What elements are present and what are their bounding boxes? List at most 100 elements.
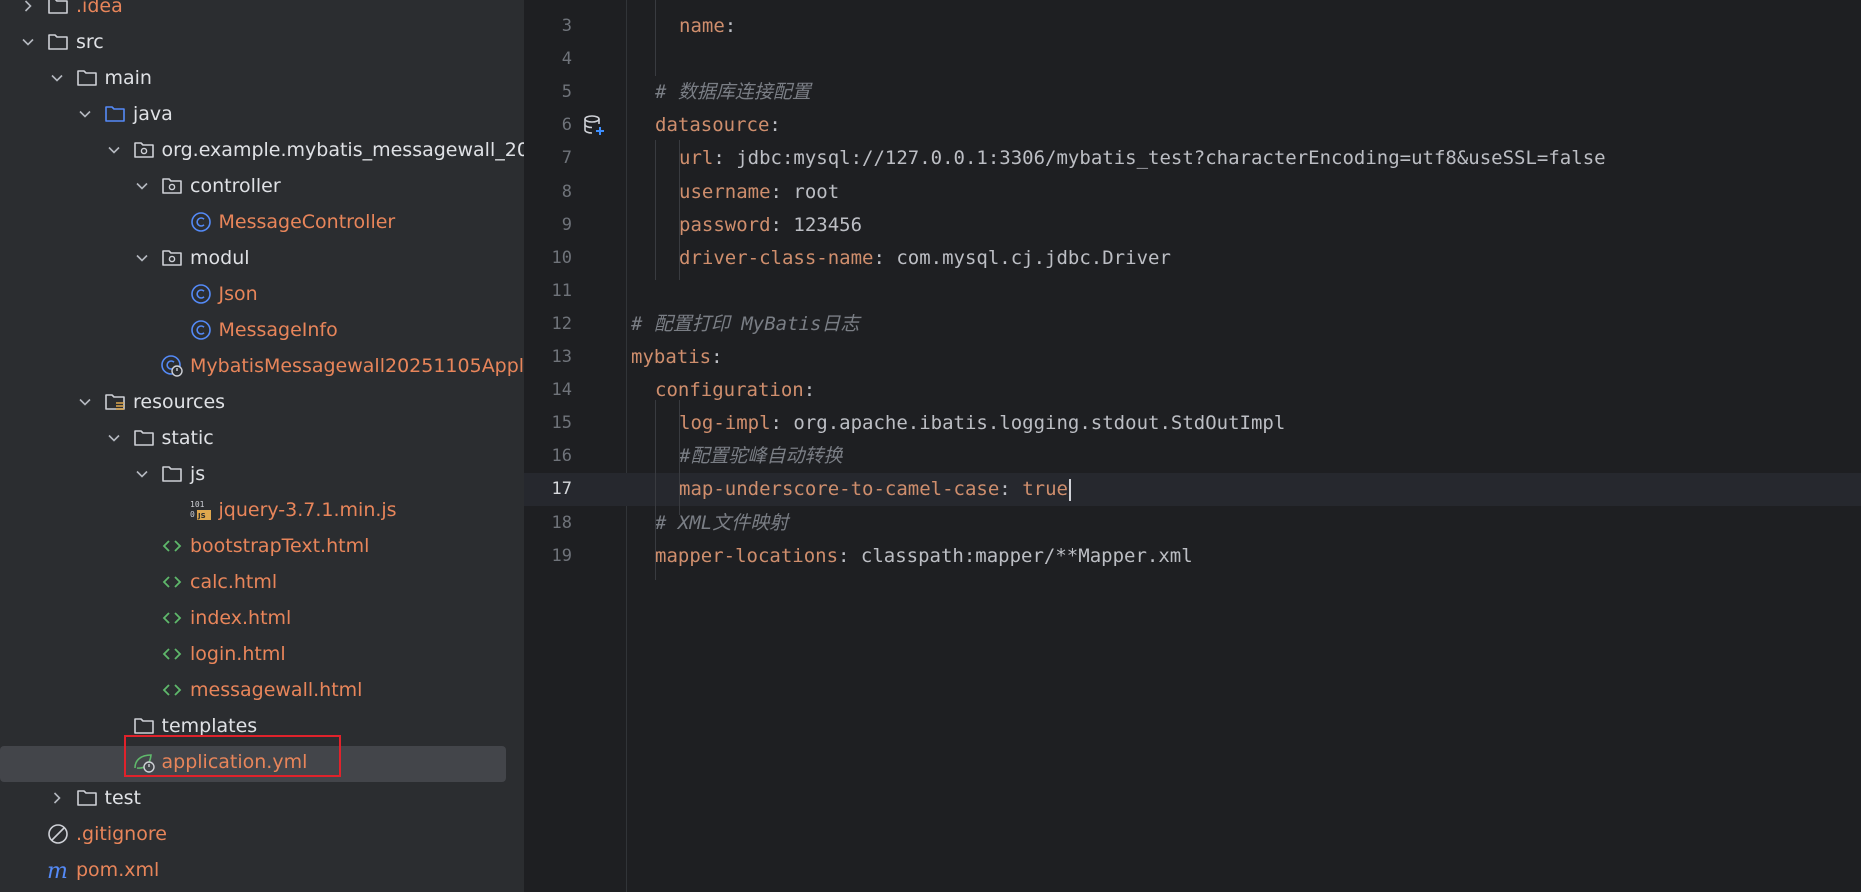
tree-item[interactable]: java bbox=[0, 97, 524, 131]
code-line[interactable]: 12 # 配置打印 MyBatis日志 bbox=[524, 308, 1861, 341]
indent-guide bbox=[679, 140, 680, 280]
tree-item[interactable]: calc.html bbox=[0, 565, 524, 599]
tree-item[interactable]: main bbox=[0, 61, 524, 95]
source-folder-icon bbox=[103, 102, 127, 126]
yaml-key: mapper-locations bbox=[655, 544, 839, 567]
code-editor[interactable]: 3 name: 4 5 # 数据库连接配置 6 datasource: 7 url: jdbc:… bbox=[524, 0, 1861, 892]
code-line[interactable]: 6 datasource: bbox=[524, 109, 1861, 142]
code-line[interactable]: 18 # XML文件映射 bbox=[524, 507, 1861, 540]
folder-icon bbox=[75, 66, 99, 90]
tree-item-label: controller bbox=[190, 175, 281, 197]
tree-item-label: static bbox=[161, 427, 214, 449]
folder-icon bbox=[46, 0, 70, 18]
tree-item[interactable]: index.html bbox=[0, 601, 524, 635]
line-number: 19 bbox=[551, 545, 572, 566]
yaml-value: : bbox=[999, 478, 1023, 501]
tree-item[interactable]: MybatisMessagewall20251105Applica bbox=[0, 349, 524, 383]
tree-item-label: src bbox=[76, 31, 104, 53]
tree-item[interactable]: login.html bbox=[0, 637, 524, 671]
svg-text:m: m bbox=[47, 859, 68, 881]
tree-item[interactable]: MessageInfo bbox=[0, 313, 524, 347]
tree-item[interactable]: .idea bbox=[0, 0, 524, 23]
html-icon bbox=[160, 606, 184, 630]
code-line[interactable]: 19 mapper-locations: classpath:mapper/**M… bbox=[524, 540, 1861, 573]
line-number: 7 bbox=[561, 148, 572, 169]
code-text: #配置驼峰自动转换 bbox=[679, 440, 842, 473]
tree-item[interactable]: test bbox=[0, 781, 524, 815]
chevron-down-icon[interactable] bbox=[20, 34, 36, 50]
indent-guide bbox=[655, 400, 656, 580]
code-text: password: 123456 bbox=[679, 209, 862, 242]
tree-item-label: bootstrapText.html bbox=[190, 535, 370, 557]
tree-item[interactable]: bootstrapText.html bbox=[0, 529, 524, 563]
code-text: log-impl: org.apache.ibatis.logging.stdo… bbox=[679, 407, 1285, 440]
yaml-key: url bbox=[679, 147, 714, 170]
tree-item-label: js bbox=[190, 463, 206, 485]
chevron-down-icon[interactable] bbox=[134, 250, 150, 266]
line-number: 6 bbox=[561, 115, 572, 136]
code-line[interactable]: 15 log-impl: org.apache.ibatis.logging.st… bbox=[524, 407, 1861, 440]
code-text: url: jdbc:mysql://127.0.0.1:3306/mybatis… bbox=[679, 142, 1606, 175]
tree-item[interactable]: m pom.xml bbox=[0, 853, 524, 887]
code-line[interactable]: 16 #配置驼峰自动转换 bbox=[524, 440, 1861, 473]
yaml-comment: #配置驼峰自动转换 bbox=[679, 445, 843, 468]
tree-item[interactable]: controller bbox=[0, 169, 524, 203]
chevron-down-icon[interactable] bbox=[49, 70, 65, 86]
indent-guide bbox=[655, 0, 656, 76]
chevron-down-icon[interactable] bbox=[106, 142, 122, 158]
code-line[interactable]: 8 username: root bbox=[524, 176, 1861, 209]
tree-item[interactable]: js bbox=[0, 457, 524, 491]
chevron-right-icon[interactable] bbox=[49, 790, 65, 806]
package-icon bbox=[132, 138, 156, 162]
code-line[interactable]: 5 # 数据库连接配置 bbox=[524, 76, 1861, 109]
tree-item[interactable]: 101 0 JS jquery-3.7.1.min.js bbox=[0, 493, 524, 527]
code-line[interactable]: 11 bbox=[524, 275, 1861, 308]
chevron-down-icon[interactable] bbox=[106, 430, 122, 446]
code-line[interactable]: 10 driver-class-name: com.mysql.cj.jdbc.D… bbox=[524, 242, 1861, 275]
code-line[interactable]: 3 name: bbox=[524, 10, 1861, 43]
chevron-down-icon[interactable] bbox=[134, 178, 150, 194]
tree-item-label: resources bbox=[133, 391, 226, 413]
tree-item[interactable]: org.example.mybatis_messagewall_20251 bbox=[0, 133, 524, 167]
indent-guide bbox=[679, 400, 680, 515]
code-line[interactable]: 9 password: 123456 bbox=[524, 209, 1861, 242]
chevron-down-icon[interactable] bbox=[77, 394, 93, 410]
code-text: # 数据库连接配置 bbox=[655, 76, 811, 109]
indent-guide bbox=[655, 140, 656, 280]
yaml-value: : bbox=[711, 346, 723, 368]
chevron-down-icon[interactable] bbox=[77, 106, 93, 122]
code-line[interactable]: 13 mybatis: bbox=[524, 341, 1861, 374]
code-line[interactable]: 17 map-underscore-to-camel-case: true bbox=[524, 473, 1861, 507]
gitignore-icon bbox=[46, 822, 70, 846]
code-text: mapper-locations: classpath:mapper/**Map… bbox=[655, 540, 1193, 573]
tree-item-label: java bbox=[133, 103, 173, 125]
tree-item[interactable]: Json bbox=[0, 277, 524, 311]
code-line[interactable]: 4 bbox=[524, 43, 1861, 76]
tree-item[interactable]: MessageController bbox=[0, 205, 524, 239]
tree-item-label: org.example.mybatis_messagewall_20251 bbox=[161, 139, 525, 161]
tree-item[interactable]: src bbox=[0, 25, 524, 59]
line-number: 18 bbox=[551, 512, 572, 533]
tree-item-label: calc.html bbox=[190, 571, 278, 593]
yaml-key: username bbox=[679, 180, 771, 203]
line-number: 9 bbox=[561, 214, 572, 235]
yaml-key: map-underscore-to-camel-case bbox=[679, 478, 1000, 501]
code-line[interactable]: 7 url: jdbc:mysql://127.0.0.1:3306/mybati… bbox=[524, 142, 1861, 175]
folder-icon bbox=[75, 786, 99, 810]
tree-item[interactable]: static bbox=[0, 421, 524, 455]
spring-boot-class-icon bbox=[160, 354, 184, 378]
tree-item[interactable]: modul bbox=[0, 241, 524, 275]
tree-item-label: MybatisMessagewall20251105Applica bbox=[190, 355, 524, 377]
chevron-right-icon[interactable] bbox=[20, 0, 36, 14]
package-icon bbox=[160, 246, 184, 270]
tree-item[interactable]: messagewall.html bbox=[0, 673, 524, 707]
line-number: 14 bbox=[551, 380, 572, 401]
code-text: # XML文件映射 bbox=[655, 507, 788, 540]
chevron-down-icon[interactable] bbox=[134, 466, 150, 482]
tree-item[interactable]: resources bbox=[0, 385, 524, 419]
code-line[interactable]: 14 configuration: bbox=[524, 374, 1861, 407]
yaml-value: : root bbox=[770, 180, 840, 203]
svg-text:JS: JS bbox=[197, 512, 206, 520]
tree-item[interactable]: .gitignore bbox=[0, 817, 524, 851]
line-number: 10 bbox=[551, 247, 572, 268]
